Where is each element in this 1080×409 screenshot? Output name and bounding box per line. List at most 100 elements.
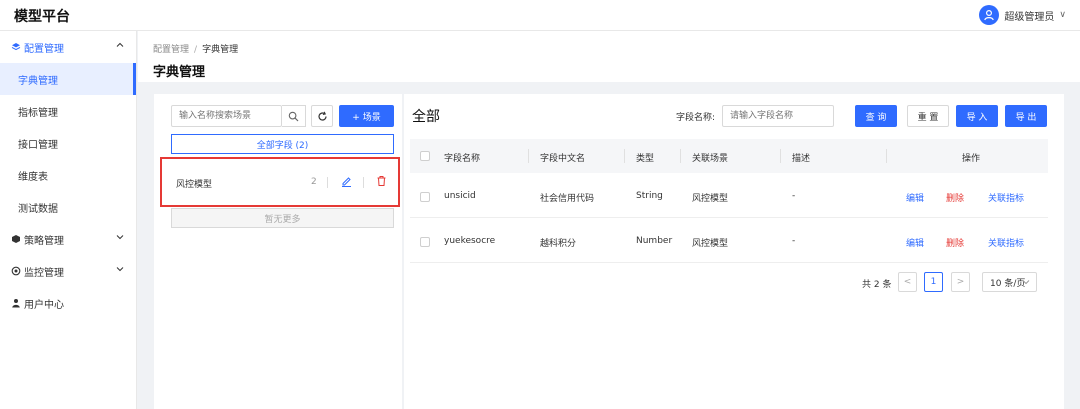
table-row: unsicid 社会信用代码 String 风控模型 - 编辑 删除 关联指标 [410,174,1048,218]
page-number-button[interactable]: 1 [924,272,943,292]
cell-cn-name: 越科积分 [540,239,577,249]
user-icon [12,299,20,308]
sidebar-item-metrics[interactable]: 指标管理 [0,95,136,127]
chevron-up-icon [116,42,124,47]
query-button[interactable]: 查 询 [855,105,897,127]
pagination-total: 共 2 条 [862,280,892,290]
scene-field-count: 2 [311,177,317,187]
sidebar-group-user-center[interactable]: 用户中心 [0,287,136,319]
cell-type: Number [636,236,673,246]
cell-description: - [792,236,796,246]
next-page-button[interactable]: > [951,272,970,292]
column-header: 描述 [792,154,811,164]
page-header: 配置管理 / 字典管理 字典管理 [138,31,1080,82]
fields-panel: 全部 字段名称: 查 询 重 置 导 入 导 出 字段名称 字段中文名 类型 关… [404,94,1064,409]
page-title: 字典管理 [153,65,206,80]
scene-name: 风控模型 [176,180,213,190]
chevron-down-icon [1022,280,1030,285]
row-checkbox[interactable] [420,237,430,247]
breadcrumb-separator: / [194,45,198,55]
breadcrumb: 配置管理 / 字典管理 [153,42,238,55]
cell-field-name: unsicid [444,191,476,201]
edit-icon[interactable] [341,175,352,187]
cell-scene: 风控模型 [692,239,729,249]
link-metrics-link[interactable]: 关联指标 [988,191,1024,204]
monitor-icon [11,266,21,276]
sidebar-group-config[interactable]: 配置管理 [0,31,136,63]
sidebar-item-label: 指标管理 [18,107,58,119]
export-button[interactable]: 导 出 [1005,105,1047,127]
sidebar-group-label: 用户中心 [24,299,64,311]
chevron-down-icon[interactable]: ∨ [1059,10,1066,20]
cell-description: - [792,191,796,201]
sidebar-item-dimension-table[interactable]: 维度表 [0,159,136,191]
column-separator [780,149,781,163]
page-size-value: 10 条/页 [990,278,1026,289]
scene-list-item[interactable]: 风控模型 2 [160,157,400,207]
delete-link[interactable]: 删除 [946,191,964,204]
cell-cn-name: 社会信用代码 [540,194,595,204]
sidebar-item-label: 接口管理 [18,139,58,151]
breadcrumb-parent[interactable]: 配置管理 [153,45,189,55]
delete-link[interactable]: 删除 [946,236,964,249]
table-header: 字段名称 字段中文名 类型 关联场景 描述 操作 [410,139,1048,173]
scene-panel: + 场景 全部字段 (2) 风控模型 2 暂无更多 [154,94,402,409]
column-header: 关联场景 [692,154,729,164]
edit-link[interactable]: 编辑 [906,236,924,249]
panel-title: 全部 [412,109,440,125]
search-icon [288,111,299,121]
column-header: 操作 [962,154,981,164]
cube-icon [12,235,20,243]
field-name-filter [722,105,834,127]
select-all-checkbox[interactable] [420,151,430,161]
divider [363,177,364,188]
row-checkbox[interactable] [420,192,430,202]
no-more-indicator: 暂无更多 [171,208,394,228]
sidebar-group-label: 监控管理 [24,267,64,279]
sidebar-item-label: 字典管理 [18,75,58,87]
user-avatar-icon [984,9,995,21]
column-header: 类型 [636,154,655,164]
prev-page-button[interactable]: < [898,272,917,292]
breadcrumb-current: 字典管理 [202,45,239,55]
sidebar: 配置管理 字典管理 指标管理 接口管理 维度表 测试数据 策略管理 监控管理 用… [0,31,137,409]
user-name[interactable]: 超级管理员 [1004,8,1054,23]
table-row: yuekesocre 越科积分 Number 风控模型 - 编辑 删除 关联指标 [410,219,1048,263]
column-header: 字段中文名 [540,154,586,164]
chevron-down-icon [116,235,124,240]
top-bar: 模型平台 超级管理员 ∨ [0,0,1080,31]
sidebar-group-strategy[interactable]: 策略管理 [0,223,136,255]
avatar[interactable] [979,5,1000,25]
add-scene-button[interactable]: + 场景 [339,105,394,127]
divider [327,177,328,188]
scene-search-button[interactable] [282,105,306,127]
scene-search-input[interactable] [172,106,281,126]
sidebar-item-test-data[interactable]: 测试数据 [0,191,136,223]
refresh-icon [317,111,327,121]
cell-field-name: yuekesocre [444,236,496,246]
chevron-down-icon [116,267,124,272]
sidebar-group-label: 配置管理 [24,43,64,55]
trash-icon[interactable] [376,175,387,187]
edit-link[interactable]: 编辑 [906,191,924,204]
scene-search-box [171,105,282,127]
all-fields-button[interactable]: 全部字段 (2) [171,134,394,154]
column-separator [624,149,625,163]
sidebar-item-label: 测试数据 [18,203,58,215]
column-separator [886,149,887,163]
sidebar-item-dictionary[interactable]: 字典管理 [0,63,136,95]
sidebar-item-interfaces[interactable]: 接口管理 [0,127,136,159]
user-menu[interactable]: 超级管理员 ∨ [979,5,1066,25]
sidebar-group-monitor[interactable]: 监控管理 [0,255,136,287]
page-size-select[interactable]: 10 条/页 [982,272,1037,292]
field-name-label: 字段名称: [676,113,716,123]
column-header: 字段名称 [444,154,481,164]
link-metrics-link[interactable]: 关联指标 [988,236,1024,249]
import-button[interactable]: 导 入 [956,105,998,127]
sidebar-item-label: 维度表 [18,171,48,183]
field-name-input[interactable] [723,106,833,126]
refresh-button[interactable] [311,105,333,127]
reset-button[interactable]: 重 置 [907,105,949,127]
cell-type: String [636,191,663,201]
app-title: 模型平台 [14,9,70,25]
